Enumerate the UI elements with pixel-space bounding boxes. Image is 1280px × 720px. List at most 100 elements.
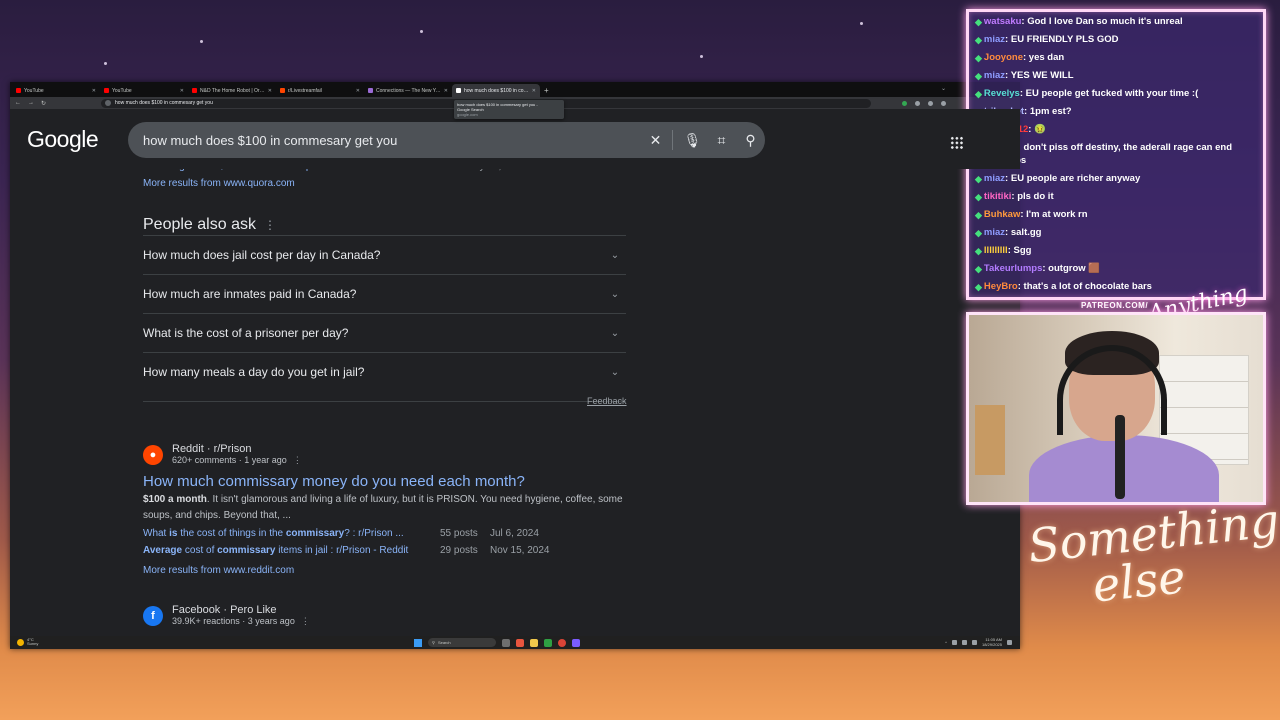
- star-decoration: [700, 55, 703, 58]
- site-info-icon[interactable]: [105, 100, 112, 106]
- chrome-icon[interactable]: [558, 638, 566, 647]
- paa-question[interactable]: What is the cost of a prisoner per day? ⌄: [143, 313, 626, 352]
- google-logo[interactable]: Google: [27, 126, 99, 153]
- forward-icon[interactable]: →: [28, 100, 34, 106]
- chat-text: EU FRIENDLY PLS GOD: [1010, 34, 1119, 45]
- browser-tab[interactable]: YouTube ✕: [100, 84, 188, 97]
- chat-text: 1pm est?: [1029, 106, 1072, 117]
- sub-badge-icon: ◆: [975, 174, 982, 184]
- paa-question-text: How much are inmates paid in Canada?: [143, 287, 357, 301]
- search-box[interactable]: how much does $100 in commesary get you …: [128, 122, 765, 158]
- chevron-down-icon[interactable]: ⌄: [604, 361, 626, 383]
- close-tab-icon[interactable]: ✕: [268, 88, 272, 94]
- search-input[interactable]: how much does $100 in commesary get you: [143, 133, 641, 148]
- result-meta-text: 39.9K+ reactions · 3 years ago: [172, 616, 295, 626]
- chat-text: EU people are richer anyway: [1010, 173, 1141, 184]
- close-tab-icon[interactable]: ✕: [180, 88, 184, 94]
- browser-tab[interactable]: YouTube ✕: [12, 84, 100, 97]
- chat-username[interactable]: Buhkaw: [984, 209, 1020, 220]
- star-decoration: [104, 62, 107, 65]
- result-title-link[interactable]: How much commissary money do you need ea…: [143, 473, 525, 490]
- windows-start-icon[interactable]: [414, 638, 422, 647]
- new-tab-button[interactable]: +: [544, 84, 549, 97]
- weather-desc: Sunny: [27, 641, 39, 646]
- chat-message: ◆ miaz: salt.gg: [975, 227, 1042, 238]
- close-tab-icon[interactable]: ✕: [444, 88, 448, 94]
- chat-username[interactable]: Jooyone: [984, 52, 1023, 63]
- tray-app-icon[interactable]: [951, 640, 957, 645]
- feedback-link[interactable]: Feedback: [587, 396, 627, 406]
- tray-chevron-icon[interactable]: ^: [945, 640, 947, 645]
- more-results-reddit-link[interactable]: More results from www.reddit.com: [143, 565, 294, 576]
- apps-grid-icon[interactable]: [950, 136, 964, 150]
- result-sublink[interactable]: Average cost of commissary items in jail…: [143, 545, 550, 556]
- result-source-reddit[interactable]: ● Reddit · r/Prison 620+ comments · 1 ye…: [143, 443, 302, 466]
- chevron-down-icon[interactable]: ⌄: [604, 244, 626, 266]
- browser-app-icon[interactable]: [516, 638, 524, 647]
- paa-question[interactable]: How much are inmates paid in Canada? ⌄: [143, 274, 626, 313]
- chat-username[interactable]: miaz: [984, 227, 1005, 238]
- network-icon[interactable]: [961, 640, 967, 645]
- chat-username[interactable]: tikitiki: [984, 191, 1011, 202]
- result-options-icon[interactable]: ⋮: [301, 616, 310, 626]
- volume-icon[interactable]: [971, 640, 977, 645]
- bookmark-icon[interactable]: [915, 100, 921, 106]
- toolbar-extensions: [902, 100, 947, 106]
- discord-icon[interactable]: [572, 638, 580, 647]
- more-results-quora-link[interactable]: More results from www.quora.com: [143, 178, 295, 189]
- reload-icon[interactable]: ↻: [41, 100, 46, 107]
- tab-favicon-icon: [192, 88, 197, 93]
- taskbar-search[interactable]: ⚲ Search: [428, 638, 496, 647]
- app-icon[interactable]: [544, 638, 552, 647]
- chat-text: yes dan: [1028, 52, 1065, 63]
- result-meta: 620+ comments · 1 year ago ⋮: [172, 455, 302, 466]
- weather-widget[interactable]: 4°C Sunny: [17, 638, 38, 646]
- result-options-icon[interactable]: ⋮: [293, 455, 302, 465]
- browser-tab[interactable]: Connections — The New York ✕: [364, 84, 452, 97]
- people-also-ask-heading: People also ask ⋮: [143, 216, 276, 234]
- sub-badge-icon: ◆: [975, 246, 982, 256]
- chat-username[interactable]: miaz: [984, 34, 1005, 45]
- browser-tab[interactable]: how much does $100 in comm... ✕: [452, 84, 540, 97]
- chat-username[interactable]: watsaku: [984, 16, 1022, 27]
- chat-username[interactable]: miaz: [984, 173, 1005, 184]
- something-else-logo: Something else: [1025, 493, 1280, 615]
- back-icon[interactable]: ←: [15, 100, 21, 106]
- chevron-down-icon[interactable]: ⌄: [604, 283, 626, 305]
- file-explorer-icon[interactable]: [530, 638, 538, 647]
- more-options-icon[interactable]: ⋮: [264, 218, 276, 232]
- chat-username[interactable]: HeyBro: [984, 281, 1018, 292]
- chat-username[interactable]: Takeurlumps: [984, 263, 1042, 274]
- chat-username[interactable]: miaz: [984, 70, 1005, 81]
- camera-search-icon[interactable]: ⌗: [707, 132, 736, 149]
- result-sublink[interactable]: What is the cost of things in the commis…: [143, 528, 539, 539]
- chat-message: ◆ Jooyone: yes dan: [975, 52, 1065, 63]
- menu-icon[interactable]: [941, 100, 947, 106]
- tab-title: Connections — The New York: [376, 87, 441, 94]
- webcam-feed: [966, 312, 1266, 505]
- chat-username[interactable]: lllllllll: [984, 245, 1008, 256]
- browser-tab[interactable]: N&D The Home Robot | Order ✕: [188, 84, 276, 97]
- sublink-count: 55 posts: [440, 528, 478, 539]
- tab-favicon-icon: [16, 88, 21, 93]
- search-icon[interactable]: ⚲: [736, 132, 765, 149]
- clock[interactable]: 11:05 AM 18/29/2025: [982, 637, 1002, 647]
- extension-icon[interactable]: [902, 100, 908, 106]
- google-results-page: Google how much does $100 in commesary g…: [10, 109, 1020, 636]
- clear-icon[interactable]: ✕: [641, 132, 670, 149]
- task-view-icon[interactable]: [502, 638, 510, 647]
- chevron-down-icon[interactable]: ⌄: [604, 322, 626, 344]
- paa-question[interactable]: How much does jail cost per day in Canad…: [143, 235, 626, 274]
- close-tab-icon[interactable]: ✕: [356, 88, 360, 94]
- result-source-facebook[interactable]: f Facebook · Pero Like 39.9K+ reactions …: [143, 604, 310, 627]
- profile-icon[interactable]: [928, 100, 934, 106]
- close-tab-icon[interactable]: ✕: [532, 88, 536, 94]
- close-tab-icon[interactable]: ✕: [92, 88, 96, 94]
- sub-badge-icon: ◆: [975, 35, 982, 45]
- notification-icon[interactable]: [1007, 640, 1012, 645]
- chat-username[interactable]: Revelys: [984, 88, 1020, 99]
- microphone-icon[interactable]: 🎙: [678, 132, 707, 149]
- paa-question[interactable]: How many meals a day do you get in jail?…: [143, 352, 626, 391]
- tab-search-icon[interactable]: ⌄: [941, 85, 946, 92]
- browser-tab[interactable]: r/Livestreamfail ✕: [276, 84, 364, 97]
